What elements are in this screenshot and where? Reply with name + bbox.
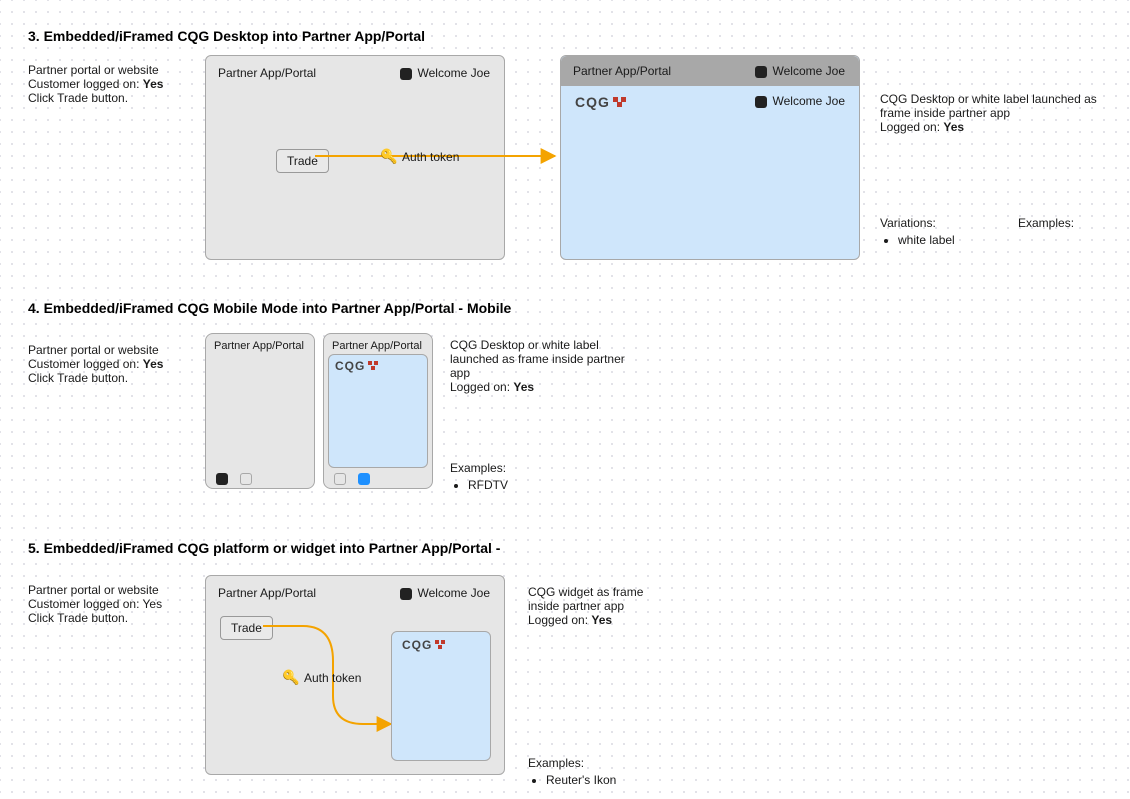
desc-line: Logged on: bbox=[450, 380, 513, 394]
section-4-left-col: Partner portal or website Customer logge… bbox=[28, 343, 188, 385]
welcome-label: Welcome Joe bbox=[400, 66, 490, 80]
welcome-text: Welcome Joe bbox=[418, 586, 490, 600]
mobile-dock bbox=[324, 470, 432, 488]
examples-label: Examples: bbox=[450, 461, 506, 475]
auth-token-label: Auth token bbox=[402, 150, 459, 164]
text-line: Partner portal or website bbox=[28, 343, 159, 357]
key-icon: 🔑 bbox=[282, 669, 299, 686]
desc-bold: Yes bbox=[591, 613, 612, 627]
desc-line: CQG widget as frame inside partner app bbox=[528, 585, 643, 613]
variations-label: Variations: bbox=[880, 216, 936, 230]
welcome-inner: Welcome Joe bbox=[755, 94, 845, 108]
dock-tab-active[interactable] bbox=[216, 473, 228, 485]
cqg-logo-mark bbox=[434, 640, 448, 650]
text-line: Customer logged on: bbox=[28, 357, 143, 371]
desc-line: CQG Desktop or white label launched as f… bbox=[450, 338, 625, 380]
panel-title: Partner App/Portal bbox=[573, 64, 671, 78]
section-5-right-desc: CQG widget as frame inside partner app L… bbox=[528, 585, 678, 627]
cqg-logo-mark bbox=[612, 96, 628, 108]
text-line: Click Trade button. bbox=[28, 611, 128, 625]
mobile-partner-embedded: Partner App/Portal CQG bbox=[323, 333, 433, 489]
cqg-logo-mark bbox=[367, 361, 381, 371]
example-item: RFDTV bbox=[468, 478, 508, 492]
variations-block: Variations: white label bbox=[880, 216, 955, 247]
cqg-logo: CQG bbox=[402, 638, 448, 652]
dock-tab[interactable] bbox=[334, 473, 346, 485]
dock-tab-active[interactable] bbox=[358, 473, 370, 485]
section-3-heading: 3. Embedded/iFramed CQG Desktop into Par… bbox=[28, 28, 425, 44]
variation-item: white label bbox=[898, 233, 955, 247]
section-4-heading: 4. Embedded/iFramed CQG Mobile Mode into… bbox=[28, 300, 511, 316]
section-3-left-col: Partner portal or website Customer logge… bbox=[28, 63, 188, 105]
cqg-logo-text: CQG bbox=[575, 94, 610, 110]
welcome-label: Welcome Joe bbox=[755, 64, 845, 78]
text-bold: Yes bbox=[143, 77, 164, 91]
embedded-cqg-widget: CQG bbox=[391, 631, 491, 761]
section-5-heading: 5. Embedded/iFramed CQG platform or widg… bbox=[28, 540, 500, 556]
welcome-text: Welcome Joe bbox=[418, 66, 490, 80]
panel-title: Partner App/Portal bbox=[332, 340, 422, 352]
examples-block-4: Examples: RFDTV bbox=[450, 461, 508, 492]
welcome-text: Welcome Joe bbox=[773, 64, 845, 78]
examples-label: Examples: bbox=[1018, 216, 1074, 230]
partner-portal-embedded: Partner App/Portal Welcome Joe CQG Welco… bbox=[560, 55, 860, 260]
examples-block-5: Examples: Reuter's Ikon bbox=[528, 756, 616, 787]
welcome-label: Welcome Joe bbox=[400, 586, 490, 600]
embedded-cqg-frame: CQG bbox=[328, 354, 428, 468]
desc-line: CQG Desktop or white label launched as f… bbox=[880, 92, 1097, 120]
text-line: Customer logged on: bbox=[28, 77, 143, 91]
cqg-logo-text: CQG bbox=[402, 638, 432, 652]
section-5-left-col: Partner portal or website Customer logge… bbox=[28, 583, 188, 625]
text-line: Click Trade button. bbox=[28, 91, 128, 105]
example-item: Reuter's Ikon bbox=[546, 773, 616, 787]
cqg-logo: CQG bbox=[335, 359, 381, 373]
section-4-right-desc: CQG Desktop or white label launched as f… bbox=[450, 338, 640, 394]
mobile-partner-left: Partner App/Portal bbox=[205, 333, 315, 489]
desc-line: Logged on: bbox=[880, 120, 943, 134]
partner-portal-widget: Partner App/Portal Welcome Joe Trade 🔑 A… bbox=[205, 575, 505, 775]
desc-bold: Yes bbox=[943, 120, 964, 134]
examples-label: Examples: bbox=[528, 756, 584, 770]
user-icon bbox=[755, 66, 767, 78]
panel-title: Partner App/Portal bbox=[218, 586, 316, 600]
dock-tab[interactable] bbox=[240, 473, 252, 485]
text-line: Click Trade button. bbox=[28, 371, 128, 385]
text-line: Customer logged on: Yes bbox=[28, 597, 162, 611]
cqg-logo-text: CQG bbox=[335, 359, 365, 373]
section-3-right-desc: CQG Desktop or white label launched as f… bbox=[880, 92, 1110, 134]
text-line: Partner portal or website bbox=[28, 63, 159, 77]
panel-title: Partner App/Portal bbox=[214, 340, 304, 352]
key-icon: 🔑 bbox=[380, 148, 397, 165]
auth-token-label: Auth token bbox=[304, 671, 361, 685]
user-icon bbox=[400, 68, 412, 80]
user-icon bbox=[755, 96, 767, 108]
text-bold: Yes bbox=[143, 357, 164, 371]
panel-title: Partner App/Portal bbox=[218, 66, 316, 80]
desc-bold: Yes bbox=[513, 380, 534, 394]
welcome-text: Welcome Joe bbox=[773, 94, 845, 108]
cqg-logo: CQG bbox=[575, 94, 628, 110]
text-line: Partner portal or website bbox=[28, 583, 159, 597]
user-icon bbox=[400, 588, 412, 600]
mobile-dock bbox=[206, 470, 314, 488]
desc-line: Logged on: bbox=[528, 613, 591, 627]
